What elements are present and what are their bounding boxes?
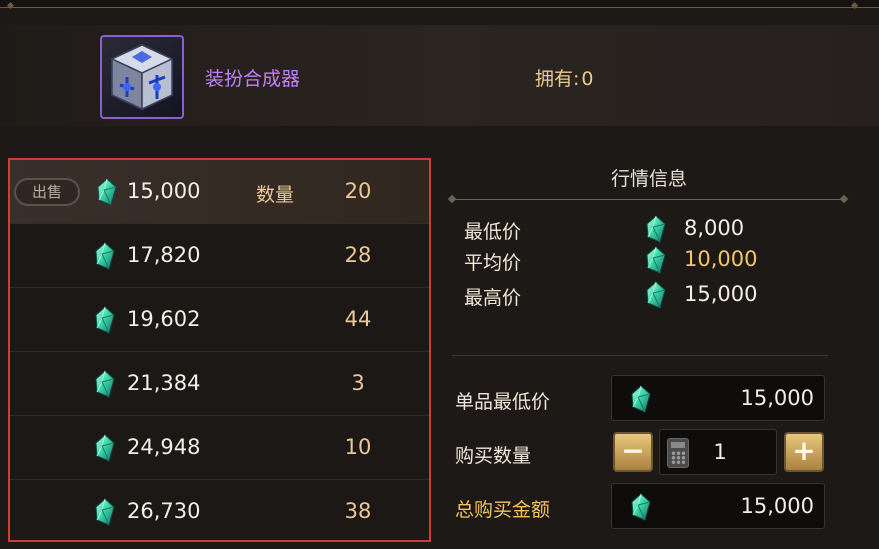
listing-price: 15,000 (127, 179, 201, 203)
gem-currency-icon (630, 385, 652, 413)
avg-price-value: 10,000 (684, 247, 758, 271)
owned-label: 拥有: (535, 68, 580, 90)
gem-currency-icon (645, 215, 667, 243)
decrease-qty-button[interactable]: − (613, 432, 653, 472)
listing-row[interactable]: 19,602 44 (10, 288, 429, 352)
owned-count: 拥有: 0 (535, 64, 594, 91)
sell-badge: 出售 (14, 178, 80, 206)
max-price-value: 15,000 (684, 282, 758, 306)
listing-qty: 28 (344, 243, 372, 267)
section-divider (452, 355, 828, 356)
buy-qty-input[interactable]: 1 (659, 429, 777, 475)
listing-row[interactable]: 17,820 28 (10, 224, 429, 288)
gem-currency-icon (94, 498, 116, 526)
listing-price: 21,384 (127, 371, 201, 395)
listing-row[interactable]: 出售 15,000 数量 20 (10, 160, 429, 224)
listing-qty: 10 (344, 435, 372, 459)
listing-price: 26,730 (127, 499, 201, 523)
unit-price-label: 单品最低价 (455, 391, 551, 413)
total-price-label: 总购买金额 (455, 499, 551, 521)
item-name: 装扮合成器 (205, 68, 301, 90)
calculator-icon[interactable] (667, 438, 689, 468)
listing-row[interactable]: 26,730 38 (10, 480, 429, 544)
max-price-label: 最高价 (464, 287, 522, 309)
gem-currency-icon (645, 246, 667, 274)
listing-qty: 20 (344, 179, 372, 203)
unit-price-value: 15,000 (740, 386, 814, 410)
buy-qty-value: 1 (713, 440, 727, 464)
gem-currency-icon (94, 306, 116, 334)
listing-panel: 出售 15,000 数量 20 17,820 28 19,602 44 21,3… (8, 158, 431, 542)
min-price-label: 最低价 (464, 221, 522, 243)
gem-currency-icon (96, 178, 118, 206)
min-price-value: 8,000 (684, 216, 745, 240)
listing-price: 24,948 (127, 435, 201, 459)
market-info-title: 行情信息 (610, 168, 687, 190)
buy-qty-label: 购买数量 (455, 445, 532, 467)
listing-price: 19,602 (127, 307, 201, 331)
unit-price-field: 15,000 (611, 375, 825, 421)
owned-value: 0 (581, 68, 594, 90)
listing-qty: 44 (344, 307, 372, 331)
synthesizer-cube-icon (100, 35, 184, 119)
gem-currency-icon (94, 242, 116, 270)
total-price-value: 15,000 (740, 494, 814, 518)
gem-currency-icon (645, 281, 667, 309)
gem-currency-icon (630, 493, 652, 521)
listing-row[interactable]: 24,948 10 (10, 416, 429, 480)
gem-currency-icon (94, 370, 116, 398)
listing-price: 17,820 (127, 243, 201, 267)
increase-qty-button[interactable]: + (784, 432, 824, 472)
total-price-field: 15,000 (611, 483, 825, 529)
section-divider (452, 199, 844, 200)
listing-qty: 38 (344, 499, 372, 523)
gem-currency-icon (94, 434, 116, 462)
avg-price-label: 平均价 (464, 252, 522, 274)
listing-qty: 3 (351, 371, 365, 395)
listing-qty-label: 数量 (256, 184, 295, 206)
listing-row[interactable]: 21,384 3 (10, 352, 429, 416)
top-frame-border (0, 0, 879, 8)
